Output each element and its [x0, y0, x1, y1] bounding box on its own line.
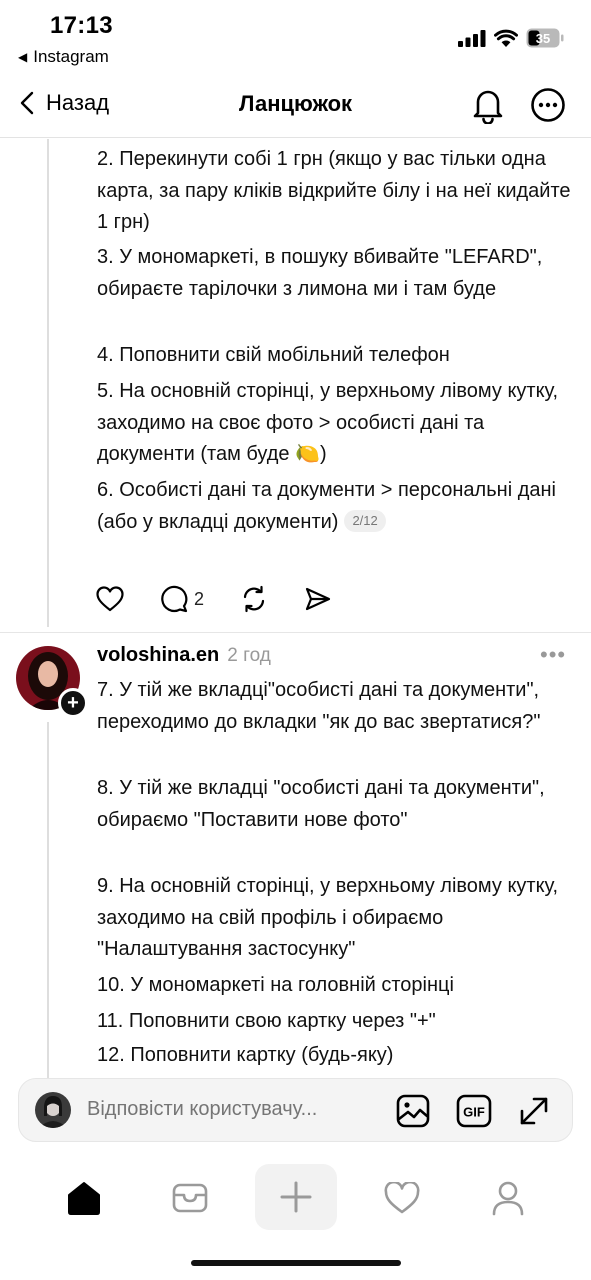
home-icon: [68, 1182, 100, 1215]
post-divider: [0, 632, 591, 633]
comment-count: 2: [194, 588, 205, 609]
post-text-line: 2. Перекинути собі 1 грн (якщо у вас тіл…: [97, 148, 571, 233]
username-link[interactable]: voloshina.en: [97, 644, 219, 667]
post-text-line: 4. Поповнити свій мобільний телефон: [97, 344, 450, 366]
repost-button[interactable]: [240, 585, 268, 613]
post-timestamp: 2 год: [227, 645, 271, 666]
thread-connector-line: [47, 722, 49, 1078]
nav-create[interactable]: [255, 1164, 337, 1230]
expand-icon[interactable]: [516, 1093, 552, 1129]
avatar: [35, 1092, 71, 1128]
heart-icon: [96, 586, 124, 612]
chevron-left-icon: [20, 91, 34, 115]
home-indicator: [191, 1260, 401, 1266]
heart-icon: [384, 1182, 420, 1214]
status-bar: 17:13 ◀ Instagram 35: [0, 0, 591, 72]
repost-icon: [243, 585, 265, 613]
battery-icon: 35: [526, 28, 564, 48]
back-triangle-icon: ◀: [18, 50, 28, 64]
post-text-line: 5. На основній сторінці, у верхньому лів…: [97, 380, 559, 465]
thread-counter-badge: 2/12: [344, 509, 386, 532]
cellular-signal-icon: [458, 30, 486, 47]
notification-bell-icon[interactable]: [470, 86, 506, 124]
battery-level: 35: [536, 31, 550, 46]
image-attach-icon[interactable]: [395, 1093, 431, 1129]
thread-connector-line: [47, 139, 49, 627]
status-time: 17:13: [50, 12, 113, 39]
reply-bar: GIF: [18, 1078, 573, 1142]
bottom-nav: [0, 1160, 591, 1240]
wifi-icon: [494, 29, 518, 47]
post-more-button[interactable]: •••: [540, 642, 566, 668]
more-options-icon[interactable]: [530, 87, 566, 123]
nav-messages[interactable]: [170, 1178, 210, 1218]
nav-profile[interactable]: [488, 1178, 528, 1218]
share-button[interactable]: [304, 585, 332, 613]
inbox-icon: [172, 1183, 208, 1213]
back-app-label: Instagram: [33, 47, 109, 66]
send-icon: [305, 587, 331, 611]
user-avatar-image: [35, 1092, 71, 1128]
post-actions: 2: [96, 583, 332, 615]
nav-activity[interactable]: [382, 1178, 422, 1218]
back-button[interactable]: Назад: [20, 90, 109, 116]
profile-icon: [492, 1181, 524, 1216]
gif-label: GIF: [463, 1105, 485, 1120]
nav-header: Назад Ланцюжок: [0, 72, 591, 138]
post-text-line: 10. У мономаркеті на головній сторінці: [97, 974, 454, 996]
follow-plus-button[interactable]: +: [58, 688, 88, 718]
reply-input[interactable]: [87, 1098, 377, 1121]
post-text-line: 7. У тій же вкладці"особисті дані та док…: [97, 679, 541, 733]
nav-home[interactable]: [64, 1178, 104, 1218]
post-text-line: 11. Поповнити свою картку через "+": [97, 1010, 436, 1032]
post-text-line: 12. Поповнити картку (будь-яку): [97, 1044, 394, 1066]
post-header: voloshina.en 2 год: [97, 644, 271, 667]
comment-button[interactable]: 2: [160, 585, 204, 613]
post-text-content: 6. Особисті дані та документи > персонал…: [97, 479, 556, 533]
post-text-line: 6. Особисті дані та документи > персонал…: [97, 475, 577, 538]
post-text-line: 9. На основній сторінці, у верхньому лів…: [97, 875, 559, 960]
post-text-line: 8. У тій же вкладці "особисті дані та до…: [97, 777, 545, 831]
back-label: Назад: [46, 90, 110, 115]
gif-icon[interactable]: GIF: [456, 1093, 492, 1129]
post-text-line: 3. У мономаркеті, в пошуку вбивайте "LEF…: [97, 246, 543, 300]
like-button[interactable]: [96, 586, 124, 612]
comment-bubble-icon: [161, 585, 188, 613]
plus-icon: [280, 1181, 312, 1213]
back-to-app-link[interactable]: ◀ Instagram: [18, 47, 109, 67]
